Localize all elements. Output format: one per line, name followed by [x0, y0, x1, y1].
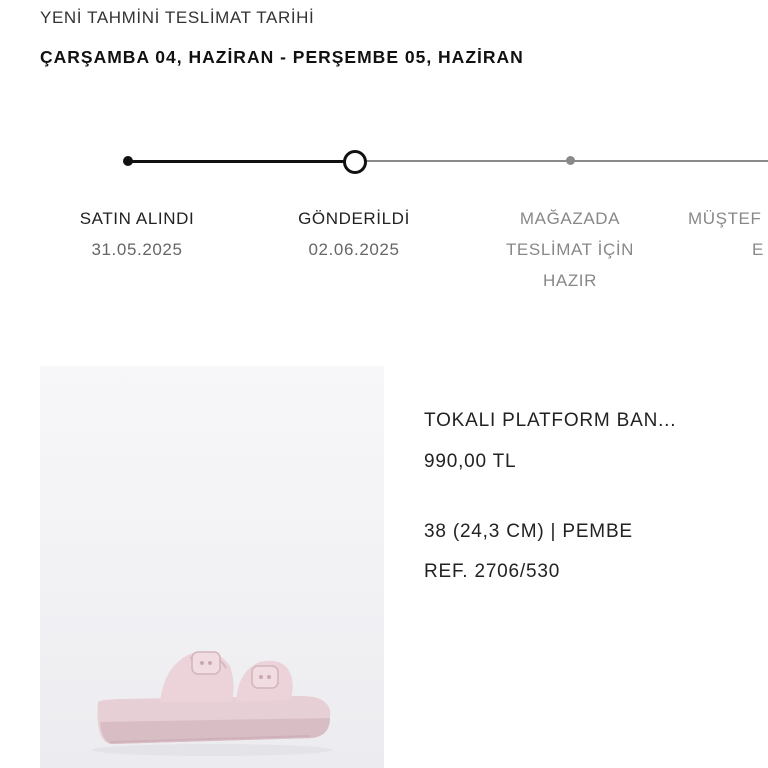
step-date: 02.06.2025 — [308, 240, 400, 259]
tracking-progress-bar — [0, 140, 768, 184]
step-label: GÖNDERİLDİ — [298, 209, 410, 228]
step-delivered-to-customer: MÜŞTEF E — [688, 203, 768, 265]
product-reference: REF. 2706/530 — [424, 561, 561, 582]
pink-platform-sandal-icon — [92, 651, 332, 756]
step-label-line-2: TESLİMAT İÇİN — [505, 240, 635, 259]
step-date: 31.05.2025 — [91, 240, 183, 259]
step-date: E — [752, 240, 764, 259]
progress-line-pending — [354, 160, 768, 162]
step-label: MÜŞTEF — [688, 209, 762, 228]
product-image[interactable] — [40, 366, 384, 768]
step-shipped: GÖNDERİLDİ 02.06.2025 — [274, 203, 434, 265]
delivery-date-range: ÇARŞAMBA 04, HAZİRAN - PERŞEMBE 05, HAZİ… — [40, 47, 524, 67]
progress-line-completed — [128, 160, 354, 163]
step-label-line-3: HAZIR — [543, 271, 597, 290]
step-label: SATIN ALINDI — [79, 209, 195, 228]
step-dot-ready-in-store — [566, 156, 575, 165]
step-ready-in-store: MAĞAZADA TESLİMAT İÇİN HAZIR — [480, 203, 660, 296]
step-dot-shipped-current — [343, 150, 367, 174]
step-dot-purchased — [123, 156, 133, 166]
product-price: 990,00 TL — [424, 451, 517, 472]
step-label-line-1: MAĞAZADA — [519, 209, 621, 228]
product-variant: 38 (24,3 CM) | PEMBE — [424, 521, 633, 542]
step-purchased: SATIN ALINDI 31.05.2025 — [57, 203, 217, 265]
product-name[interactable]: TOKALI PLATFORM BAN... — [424, 410, 676, 432]
delivery-subtitle: YENİ TAHMİNİ TESLİMAT TARİHİ — [40, 8, 315, 27]
